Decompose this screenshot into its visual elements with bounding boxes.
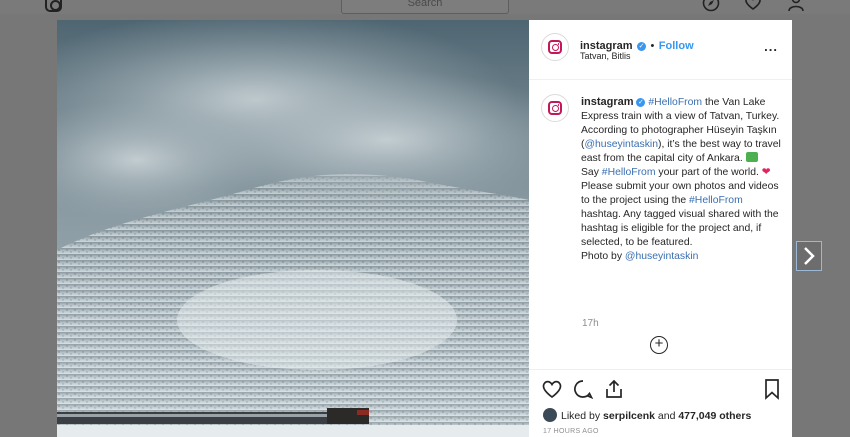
instagram-logo-icon (548, 101, 562, 115)
caption-username[interactable]: instagram (581, 96, 634, 108)
profile-icon[interactable] (787, 0, 805, 12)
load-more-comments-button[interactable]: + (650, 336, 668, 354)
hashtag-link[interactable]: #HelloFrom (602, 167, 656, 178)
share-icon[interactable] (603, 378, 625, 400)
caption-text: your part of the world. (655, 167, 762, 178)
caption-text: hashtag. Any tagged visual shared with t… (581, 209, 779, 248)
hashtag-link[interactable]: #HelloFrom (689, 195, 743, 206)
activity-heart-icon[interactable] (744, 0, 762, 12)
verified-badge-icon: ✓ (636, 98, 646, 107)
more-options-icon[interactable]: ... (764, 39, 778, 54)
save-bookmark-icon[interactable] (763, 378, 781, 400)
search-input[interactable]: Search (341, 0, 509, 14)
explore-icon[interactable] (702, 0, 720, 12)
liked-by-mid: and (654, 410, 679, 422)
likes-count-link[interactable]: 477,049 others (678, 410, 751, 422)
verified-badge-icon: ✓ (637, 42, 647, 51)
post-photo[interactable] (57, 20, 529, 437)
like-heart-icon[interactable] (541, 378, 563, 400)
liked-by-line: Liked by serpilcenk and 477,049 others (543, 408, 751, 422)
caption-text: Say (581, 167, 602, 178)
instagram-logo-icon (548, 40, 562, 54)
mountain-train-image (57, 20, 529, 437)
comment-icon[interactable] (572, 378, 594, 400)
avatar[interactable] (543, 408, 557, 422)
post-actions: Liked by serpilcenk and 477,049 others 1… (529, 369, 792, 437)
location-link[interactable]: Tatvan, Bitlis (580, 51, 631, 61)
train-emoji-icon (745, 152, 758, 162)
post-header: instagram ✓ • Follow Tatvan, Bitlis ... (529, 20, 792, 80)
avatar[interactable] (541, 33, 569, 61)
chevron-right-icon (804, 247, 815, 265)
caption-timestamp: 17h (582, 318, 599, 329)
dot-separator: • (650, 40, 655, 52)
mention-link[interactable]: @huseyintaskin (584, 139, 658, 150)
next-post-button[interactable] (796, 241, 822, 271)
caption-text: Please submit your own photos and videos… (581, 181, 779, 206)
search-placeholder: Search (407, 0, 443, 9)
mention-link[interactable]: @huseyintaskin (625, 251, 699, 262)
caption-text: Photo by (581, 251, 625, 262)
hashtag-link[interactable]: #HelloFrom (648, 97, 702, 108)
liked-by-prefix: Liked by (561, 410, 604, 422)
follow-button[interactable]: Follow (659, 40, 694, 52)
liked-by-user-link[interactable]: serpilcenk (603, 410, 655, 422)
top-navigation-bar: Search (0, 0, 850, 14)
post-age: 17 HOURS AGO (543, 428, 599, 435)
post-side-panel: instagram ✓ • Follow Tatvan, Bitlis ... … (529, 20, 792, 437)
red-heart-emoji-icon: ❤ (761, 167, 771, 178)
instagram-logo-icon[interactable] (45, 0, 62, 12)
caption-avatar[interactable] (541, 94, 569, 122)
post-caption: instagram ✓ #HelloFrom the Van Lake Expr… (581, 95, 781, 264)
